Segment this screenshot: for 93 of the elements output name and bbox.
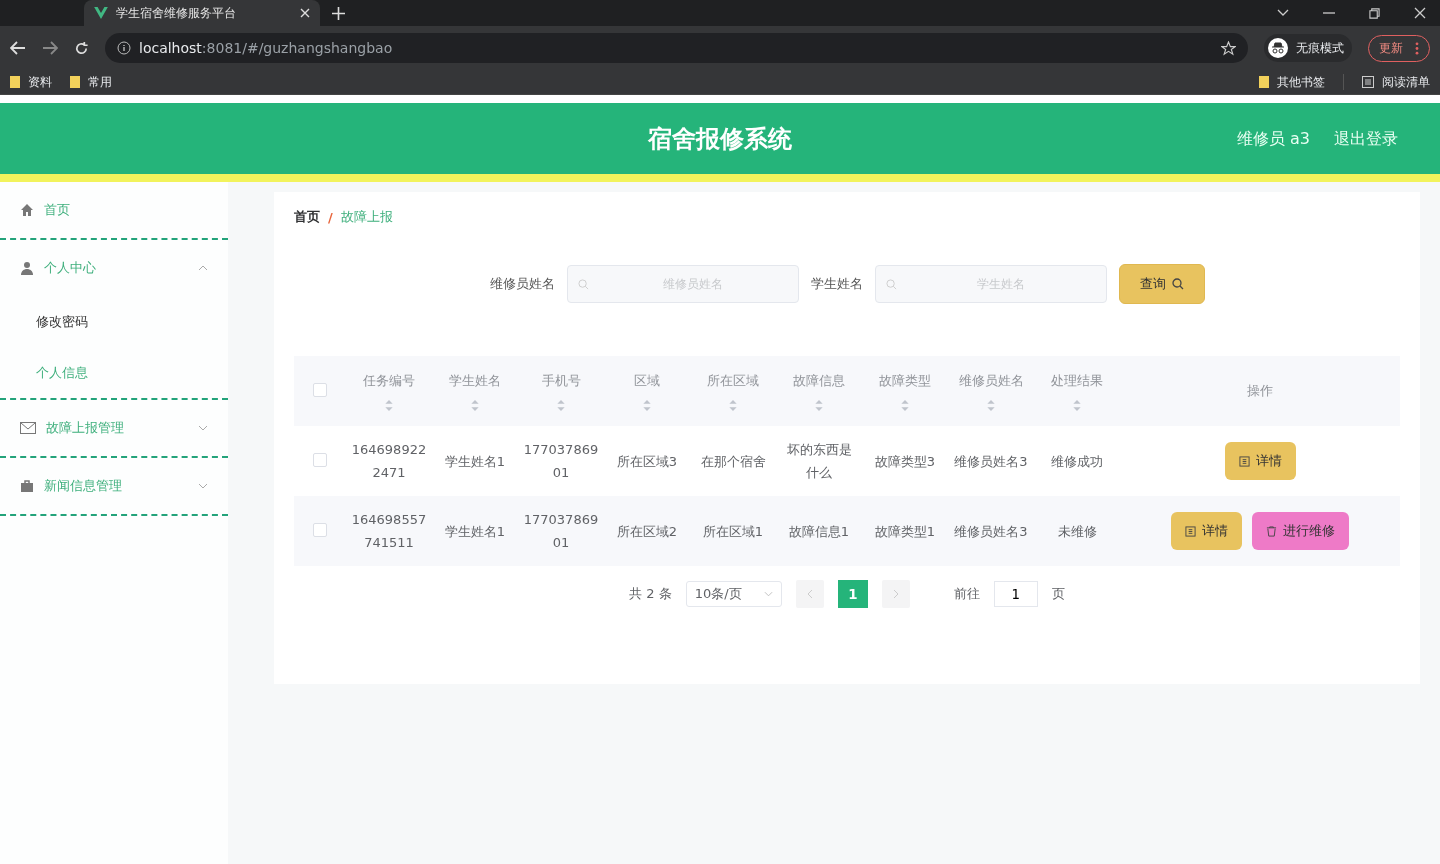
sort-icon xyxy=(987,399,995,411)
page-size-select[interactable]: 10条/页 xyxy=(685,581,782,607)
goto-label: 前往 xyxy=(953,585,980,603)
list-icon xyxy=(1362,76,1374,88)
search-icon xyxy=(577,279,589,290)
reading-list[interactable]: 阅读清单 xyxy=(1362,73,1430,91)
table-cell-text: 学生姓名1 xyxy=(444,452,506,471)
sort-icon xyxy=(729,399,737,411)
bookmark[interactable]: 其他书签 xyxy=(1259,73,1325,91)
star-icon[interactable] xyxy=(1221,40,1236,56)
page-suffix: 页 xyxy=(1051,585,1065,603)
v-logo-icon xyxy=(94,7,108,19)
row-checkbox[interactable] xyxy=(313,522,327,537)
sort-icon xyxy=(643,399,651,411)
user-icon xyxy=(20,261,34,275)
bookmark[interactable]: 常用 xyxy=(70,73,112,91)
incognito-badge[interactable]: 无痕模式 xyxy=(1264,34,1352,62)
breadcrumb-separator: / xyxy=(328,209,333,225)
detail-button[interactable]: 详情 xyxy=(1224,442,1296,480)
home-icon xyxy=(20,203,34,217)
info-icon xyxy=(117,41,131,55)
table-cell-text: 所在区域1 xyxy=(702,522,764,541)
field-label: 维修员姓名 xyxy=(489,275,555,293)
table-cell-text: 1646989222471 xyxy=(351,441,427,482)
column-header[interactable]: 区域 xyxy=(634,371,660,411)
sidebar-item[interactable]: 故障上报管理 xyxy=(0,400,228,456)
field-label: 学生姓名 xyxy=(810,275,863,293)
column-header[interactable]: 操作 xyxy=(1247,382,1273,400)
breadcrumb-link[interactable]: 首页 xyxy=(294,208,320,226)
table-cell-text: 17703786901 xyxy=(523,511,599,552)
total-count: 共 2 条 xyxy=(629,585,672,603)
table-cell-text: 故障信息1 xyxy=(788,522,850,541)
sort-icon xyxy=(815,399,823,411)
folder-icon xyxy=(10,76,20,88)
table-cell-text: 所在区域2 xyxy=(616,522,678,541)
sort-icon xyxy=(901,399,909,411)
search-icon xyxy=(1171,278,1184,290)
search-icon xyxy=(885,279,897,290)
trash-icon xyxy=(1266,525,1277,537)
restore-icon[interactable] xyxy=(1369,7,1380,19)
close-icon[interactable] xyxy=(300,8,310,18)
user-name: 维修员 a3 xyxy=(1236,129,1310,150)
new-tab-icon[interactable] xyxy=(332,6,345,20)
more-icon xyxy=(1415,41,1419,55)
logout-link[interactable]: 退出登录 xyxy=(1334,129,1398,150)
table-cell-text: 164698557741511 xyxy=(351,511,427,552)
table-cell-text: 在那个宿舍 xyxy=(700,452,766,471)
table-cell-text: 所在区域3 xyxy=(616,452,678,471)
chevron-down-icon xyxy=(763,591,773,597)
table-cell-text: 故障类型3 xyxy=(874,452,936,471)
forward-icon[interactable] xyxy=(42,41,58,55)
sort-icon xyxy=(385,399,393,411)
table-cell-text: 坏的东西是什么 xyxy=(785,441,853,482)
sidebar-subitem[interactable]: 个人信息 xyxy=(0,347,228,398)
repair-button[interactable]: 进行维修 xyxy=(1252,512,1349,550)
folder-icon xyxy=(1259,76,1269,88)
document-icon xyxy=(1185,525,1196,537)
sidebar-item[interactable]: 个人中心 xyxy=(0,240,228,296)
table-cell-text: 维修员姓名3 xyxy=(954,522,1028,541)
breadcrumb-link[interactable]: 故障上报 xyxy=(340,208,393,226)
sidebar-item[interactable]: 新闻信息管理 xyxy=(0,458,228,514)
chevron-left-icon xyxy=(806,588,813,599)
sidebar-subitem[interactable]: 修改密码 xyxy=(0,296,228,347)
reload-icon[interactable] xyxy=(74,40,89,56)
briefcase-icon xyxy=(20,479,34,493)
incognito-icon xyxy=(1268,38,1288,58)
sidebar-item[interactable]: 首页 xyxy=(0,182,228,238)
table-cell-text: 维修员姓名3 xyxy=(954,452,1028,471)
address-bar[interactable]: localhost:8081/#/guzhangshangbao xyxy=(105,33,1248,63)
detail-button[interactable]: 详情 xyxy=(1171,512,1242,550)
chevron-down-icon[interactable] xyxy=(1277,9,1289,17)
bookmark[interactable]: 资料 xyxy=(10,73,52,91)
search-button[interactable]: 查询 xyxy=(1118,264,1205,304)
page-input[interactable]: 1 xyxy=(993,581,1038,607)
back-icon[interactable] xyxy=(10,41,26,55)
select-all-checkbox[interactable] xyxy=(313,382,327,397)
table-cell-text: 维修成功 xyxy=(1051,452,1103,471)
chevron-right-icon xyxy=(892,588,899,599)
folder-icon xyxy=(70,76,80,88)
sort-icon xyxy=(557,399,565,411)
document-icon xyxy=(1238,455,1250,467)
app-title: 宿舍报修系统 xyxy=(648,123,792,155)
browser-tab[interactable]: 学生宿舍维修服务平台 xyxy=(84,0,320,26)
row-checkbox[interactable] xyxy=(313,452,327,467)
close-icon[interactable] xyxy=(1414,7,1426,19)
mail-icon xyxy=(20,422,36,434)
table-cell-text: 17703786901 xyxy=(523,441,599,482)
table-cell-text: 未维修 xyxy=(1057,522,1097,541)
page-button[interactable]: 1 xyxy=(837,580,868,608)
table-cell-text: 学生姓名1 xyxy=(444,522,506,541)
table-cell-text: 故障类型1 xyxy=(874,522,936,541)
sort-icon xyxy=(471,399,479,411)
sort-icon xyxy=(1073,399,1081,411)
